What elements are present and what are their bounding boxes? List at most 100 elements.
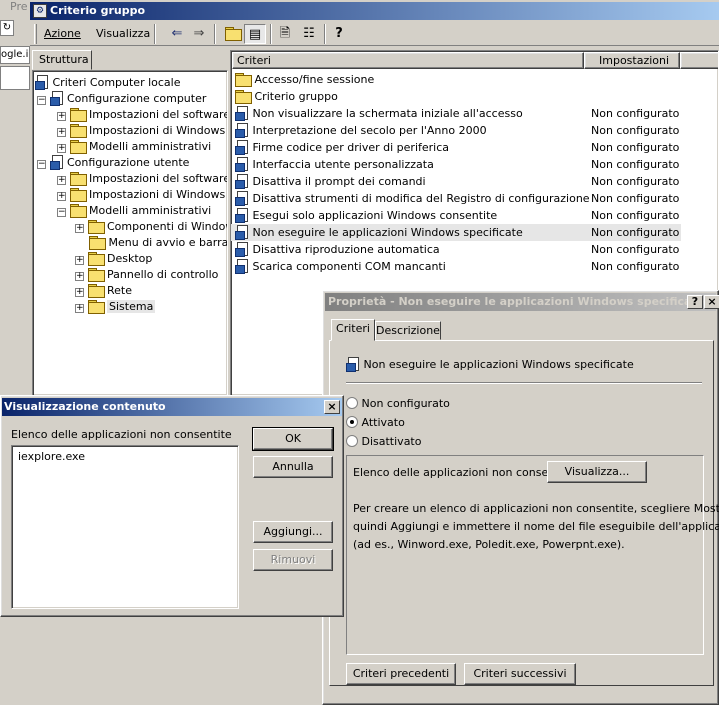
computer-icon <box>49 91 64 106</box>
list-item[interactable]: Interfaccia utente personalizzata Non con… <box>231 156 681 173</box>
menu-toolbar: Azione Visualizza ⇐ ⇒ ▤ 🗎 ☷ ? <box>30 22 719 46</box>
list-item[interactable]: Interpretazione del secolo per l'Anno 20… <box>231 122 681 139</box>
tree-item-user-config[interactable]: − Configurazione utente <box>37 155 189 171</box>
list-item[interactable]: Criterio gruppo <box>231 88 681 105</box>
column-header-name[interactable]: Criteri <box>232 52 584 69</box>
folder-icon <box>87 220 105 234</box>
list-item[interactable]: iexplore.exe <box>18 450 85 463</box>
tree-tab[interactable]: Struttura <box>32 50 92 70</box>
properties-titlebar[interactable]: Proprietà - Non eseguire le applicazioni… <box>325 293 716 311</box>
contents-close-button[interactable]: × <box>324 400 340 414</box>
expand-icon[interactable]: + <box>57 144 66 153</box>
toolbar-separator <box>154 24 156 44</box>
properties-icon[interactable]: 🗎 <box>274 24 296 44</box>
list-item[interactable]: Scarica componenti COM mancanti Non confi… <box>231 258 681 275</box>
help-text-line-1: Per creare un elenco di applicazioni non… <box>353 502 719 515</box>
policy-icon <box>235 174 249 189</box>
tab-descrizione[interactable]: Descrizione <box>375 321 441 340</box>
tree-item-system[interactable]: + Sistema <box>75 299 156 315</box>
folder-icon <box>89 236 106 250</box>
expand-icon[interactable]: + <box>75 304 84 313</box>
back-arrow-icon[interactable]: ⇐ <box>166 24 188 44</box>
forward-arrow-icon[interactable]: ⇒ <box>188 24 210 44</box>
main-titlebar[interactable]: ⚙ Criterio gruppo <box>30 2 719 20</box>
radio-disabled[interactable]: Disattivato <box>346 435 421 448</box>
tree-item-user-software-settings[interactable]: + Impostazioni del software <box>57 171 227 187</box>
collapse-icon[interactable]: − <box>37 96 46 105</box>
properties-close-button[interactable]: × <box>704 295 719 309</box>
folder-icon <box>235 73 252 87</box>
list-item-selected[interactable]: Non eseguire le applicazioni Windows spe… <box>231 224 681 241</box>
help-text-line-2: quindi Aggiungi e immettere il nome del … <box>353 520 719 533</box>
tree-item-computer-config[interactable]: − Configurazione computer <box>37 91 206 107</box>
help-text-line-3: (ad es., Winword.exe, Poledit.exe, Power… <box>353 538 625 551</box>
list-item[interactable]: Disattiva il prompt dei comandi Non confi… <box>231 173 681 190</box>
tree-item-start-menu[interactable]: Menu di avvio e barra d <box>89 235 227 251</box>
collapse-icon[interactable]: − <box>37 160 46 169</box>
tab-criteri[interactable]: Criteri <box>331 319 375 341</box>
tree-item-admin-templates[interactable]: + Modelli amministrativi <box>57 139 211 155</box>
tree-item-local-computer-policy[interactable]: Criteri Computer locale <box>35 75 181 91</box>
collapse-icon[interactable]: − <box>57 208 66 217</box>
toolbar-separator-2 <box>214 24 216 44</box>
menu-action[interactable]: Azione <box>44 27 81 40</box>
tree-item-windows-settings[interactable]: + Impostazioni di Windows <box>57 123 225 139</box>
folder-icon <box>69 140 87 154</box>
background-address-fragment: ogle.il <box>0 46 30 64</box>
radio-not-configured[interactable]: Non configurato <box>346 397 450 410</box>
show-button[interactable]: Visualizza... <box>547 461 647 483</box>
help-icon[interactable]: ? <box>328 24 350 44</box>
export-list-icon[interactable]: ☷ <box>298 24 320 44</box>
radio-enabled[interactable]: Attivato <box>346 416 405 429</box>
expand-icon[interactable]: + <box>75 256 84 265</box>
toolbar-separator-4 <box>324 24 326 44</box>
add-button[interactable]: Aggiungi... <box>253 521 333 543</box>
expand-icon[interactable]: + <box>57 192 66 201</box>
folder-icon <box>87 284 105 298</box>
ok-button[interactable]: OK <box>252 427 334 451</box>
tree-item-software-settings[interactable]: + Impostazioni del software <box>57 107 227 123</box>
column-header-setting[interactable]: Impostazioni <box>584 52 680 69</box>
expand-icon[interactable]: + <box>75 288 84 297</box>
cancel-button[interactable]: Annulla <box>253 456 333 478</box>
list-item[interactable]: Esegui solo applicazioni Windows consent… <box>231 207 681 224</box>
previous-policy-button[interactable]: Criteri precedenti <box>346 663 456 685</box>
menu-view[interactable]: Visualizza <box>96 27 150 40</box>
policy-heading: Non eseguire le applicazioni Windows spe… <box>346 357 634 372</box>
expand-icon[interactable]: + <box>75 224 84 233</box>
show-hide-tree-icon[interactable]: ▤ <box>244 24 266 44</box>
list-item[interactable]: Accesso/fine sessione <box>231 71 681 88</box>
contents-titlebar[interactable]: Visualizzazione contenuto <box>2 398 342 416</box>
policy-icon <box>235 123 249 138</box>
tree-item-desktop[interactable]: + Desktop <box>75 251 152 267</box>
tree-item-windows-components[interactable]: + Componenti di Windows <box>75 219 227 235</box>
tree-item-user-admin-templates[interactable]: − Modelli amministrativi <box>57 203 211 219</box>
properties-help-button[interactable]: ? <box>687 295 703 309</box>
policy-icon <box>235 225 249 240</box>
tree-item-control-panel[interactable]: + Pannello di controllo <box>75 267 218 283</box>
expand-icon[interactable]: + <box>57 128 66 137</box>
policy-icon <box>235 106 249 121</box>
expand-icon[interactable]: + <box>57 176 66 185</box>
expand-icon[interactable]: + <box>57 112 66 121</box>
tree-item-user-windows-settings[interactable]: + Impostazioni di Windows <box>57 187 225 203</box>
expand-icon[interactable]: + <box>75 272 84 281</box>
policy-icon <box>235 157 249 172</box>
next-policy-button[interactable]: Criteri successivi <box>464 663 576 685</box>
list-item[interactable]: Disattiva riproduzione automatica Non con… <box>231 241 681 258</box>
list-item[interactable]: Firme codice per driver di periferica Non… <box>231 139 681 156</box>
list-item[interactable]: Disattiva strumenti di modifica del Regi… <box>231 190 681 207</box>
contents-list[interactable]: iexplore.exe <box>11 445 239 609</box>
policy-icon <box>235 208 249 223</box>
properties-title: Proprietà - Non eseguire le applicazioni… <box>328 295 705 308</box>
options-box: Elenco delle applicazioni non consentite… <box>346 455 719 655</box>
up-folder-icon[interactable] <box>222 24 244 44</box>
column-header-filler <box>680 52 718 69</box>
properties-tab-panel: Non eseguire le applicazioni Windows spe… <box>329 340 719 686</box>
properties-dialog: Proprietà - Non eseguire le applicazioni… <box>322 290 719 705</box>
folder-icon <box>69 188 87 202</box>
policy-icon <box>235 242 249 257</box>
tree-item-network[interactable]: + Rete <box>75 283 132 299</box>
list-item[interactable]: Non visualizzare la schermata iniziale a… <box>231 105 681 122</box>
open-folder-icon <box>87 300 105 314</box>
